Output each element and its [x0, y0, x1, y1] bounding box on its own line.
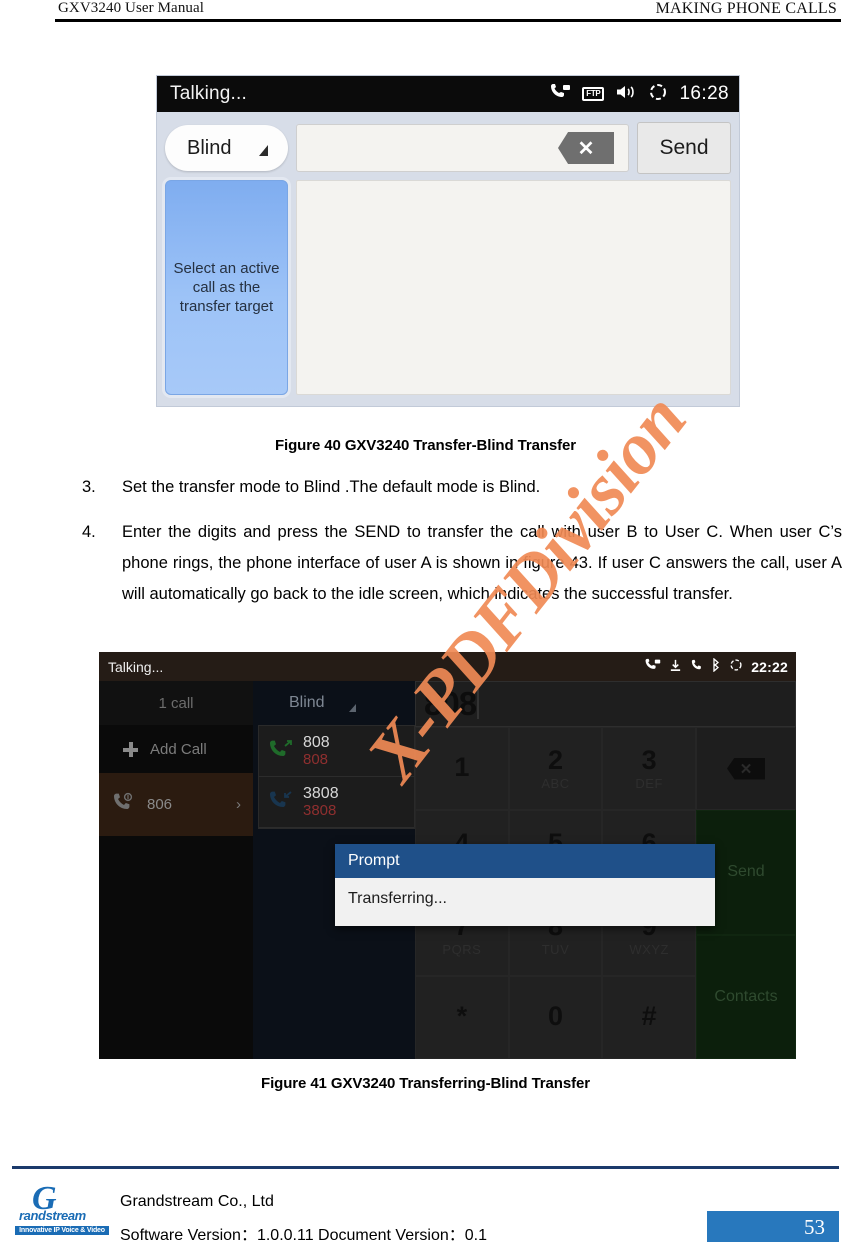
- prompt-dialog: Prompt Transferring...: [335, 844, 715, 926]
- contacts-button[interactable]: Contacts: [696, 934, 796, 1059]
- key-digit: *: [456, 1001, 468, 1031]
- phone1-clock: 16:28: [679, 83, 729, 104]
- chevron-down-icon: [349, 704, 356, 712]
- sidebar-call-count: 1 call: [99, 681, 253, 725]
- active-call-target-card[interactable]: Select an active call as the transfer ta…: [165, 180, 288, 395]
- phone2-call-sidebar: 1 call Add Call 806 ›: [99, 681, 253, 1059]
- backspace-button[interactable]: ✕: [696, 727, 796, 810]
- plus-icon: [123, 741, 138, 757]
- footer-company: Grandstream Co., Ltd: [120, 1193, 274, 1210]
- sidebar-active-number: 806: [147, 796, 173, 813]
- key-letters: DEF: [635, 775, 663, 791]
- transfer-mode-label: Blind: [187, 136, 232, 159]
- phone1-status-title: Talking...: [170, 83, 247, 104]
- send-button[interactable]: Send: [637, 122, 731, 174]
- header-section-title: MAKING PHONE CALLS: [655, 0, 837, 17]
- figure40-caption: Figure 40 GXV3240 Transfer-Blind Transfe…: [274, 437, 576, 454]
- call-active-icon: [549, 83, 571, 106]
- dialpad-key-1[interactable]: 1: [415, 727, 509, 810]
- phone1-status-bar: Talking... FTP 16:28: [157, 76, 739, 112]
- figure41-caption: Figure 41 GXV3240 Transferring-Blind Tra…: [261, 1075, 590, 1092]
- figure40-screenshot: Talking... FTP 16:28 Blind ✕ Send Select: [156, 75, 740, 407]
- key-digit: 1: [454, 752, 470, 782]
- list-item[interactable]: 3808 3808: [259, 777, 414, 828]
- sync-icon: [648, 82, 668, 107]
- dialpad-key-3[interactable]: 3 DEF: [602, 727, 696, 810]
- step-text: Set the transfer mode to Blind .The defa…: [122, 478, 541, 496]
- sidebar-add-call-button[interactable]: Add Call: [99, 725, 253, 773]
- call-hold-icon: [111, 792, 137, 817]
- list-item[interactable]: 808 808: [259, 726, 414, 777]
- phone1-system-icons: FTP 16:28: [549, 76, 729, 112]
- transfer-number-input[interactable]: ✕: [296, 124, 629, 172]
- figure41-screenshot: Talking... 22:22 1 call Add Call 806 › B…: [99, 652, 796, 1059]
- dial-number-input[interactable]: 808: [415, 681, 796, 727]
- page-number: 53: [804, 1215, 825, 1239]
- key-letters: WXYZ: [629, 941, 669, 957]
- step-text: Enter the digits and press the SEND to t…: [122, 523, 842, 603]
- list-item-number: 808: [303, 751, 329, 768]
- phone2-system-icons: 22:22: [644, 652, 788, 681]
- footer-versions: Software Version：1.0.0.11 Document Versi…: [120, 1227, 488, 1242]
- ftp-icon: FTP: [582, 87, 605, 101]
- bluetooth-icon: [711, 657, 721, 675]
- key-letters: TUV: [541, 941, 570, 957]
- dialpad-key-star[interactable]: *: [415, 976, 509, 1059]
- key-digit: 3: [641, 744, 657, 775]
- logo-wordmark: randstream: [19, 1208, 86, 1223]
- logo-tagline: Innovative IP Voice & Video: [15, 1226, 109, 1235]
- transfer-mode-label: Blind: [289, 694, 325, 711]
- dialpad-key-hash[interactable]: #: [602, 976, 696, 1059]
- text-caret: [477, 689, 480, 719]
- step-item-3: 3. Set the transfer mode to Blind .The d…: [82, 472, 842, 503]
- page-header: GXV3240 User Manual MAKING PHONE CALLS: [0, 0, 851, 26]
- key-letters: PQRS: [442, 941, 482, 957]
- prompt-dialog-title: Prompt: [335, 844, 715, 878]
- footer-divider: [12, 1166, 839, 1169]
- step-item-4: 4. Enter the digits and press the SEND t…: [82, 517, 842, 610]
- list-item-number: 3808: [303, 802, 337, 819]
- phone2-clock: 22:22: [751, 658, 788, 675]
- key-digit: #: [641, 1001, 657, 1031]
- phone2-status-title: Talking...: [108, 658, 164, 675]
- download-icon: [669, 659, 682, 675]
- backspace-icon[interactable]: ✕: [558, 132, 614, 164]
- transfer-mode-dropdown[interactable]: Blind: [253, 681, 415, 725]
- phone1-transfer-toolbar: Blind ✕ Send: [157, 112, 739, 180]
- sync-icon: [729, 658, 743, 675]
- key-letters: ABC: [541, 775, 570, 791]
- prompt-dialog-message: Transferring...: [335, 878, 715, 926]
- dialpad-key-0[interactable]: 0: [508, 976, 603, 1059]
- sidebar-add-call-label: Add Call: [150, 740, 207, 758]
- step-number: 4.: [82, 523, 96, 541]
- dial-number-value: 808: [424, 685, 477, 722]
- list-item-name: 808: [303, 734, 330, 751]
- active-call-hint-text: Select an active call as the transfer ta…: [173, 260, 280, 315]
- speaker-icon: [615, 83, 637, 106]
- phone1-body: Select an active call as the transfer ta…: [157, 180, 739, 405]
- phone2-status-bar: Talking... 22:22: [99, 652, 796, 681]
- step-number: 3.: [82, 478, 96, 496]
- header-document-title: GXV3240 User Manual: [58, 0, 205, 16]
- phone1-empty-panel: [296, 180, 731, 395]
- grandstream-logo: G randstream Innovative IP Voice & Video: [14, 1180, 110, 1238]
- key-digit: 2: [547, 744, 563, 775]
- chevron-down-icon: [259, 145, 268, 156]
- transfer-target-list: 808 808 3808 3808: [258, 725, 415, 829]
- dialpad-key-2[interactable]: 2 ABC: [508, 727, 603, 810]
- key-digit: 0: [547, 1001, 563, 1031]
- call-active-icon: [644, 658, 661, 675]
- backspace-icon: ✕: [727, 757, 765, 780]
- sidebar-active-call-row[interactable]: 806 ›: [99, 773, 253, 836]
- transfer-mode-dropdown[interactable]: Blind: [165, 125, 288, 171]
- header-divider: [55, 19, 841, 22]
- call-incoming-icon: [268, 790, 294, 814]
- chevron-right-icon: ›: [236, 796, 241, 813]
- list-item-name: 3808: [303, 785, 339, 802]
- call-outgoing-icon: [268, 739, 294, 763]
- call-icon: [690, 659, 703, 675]
